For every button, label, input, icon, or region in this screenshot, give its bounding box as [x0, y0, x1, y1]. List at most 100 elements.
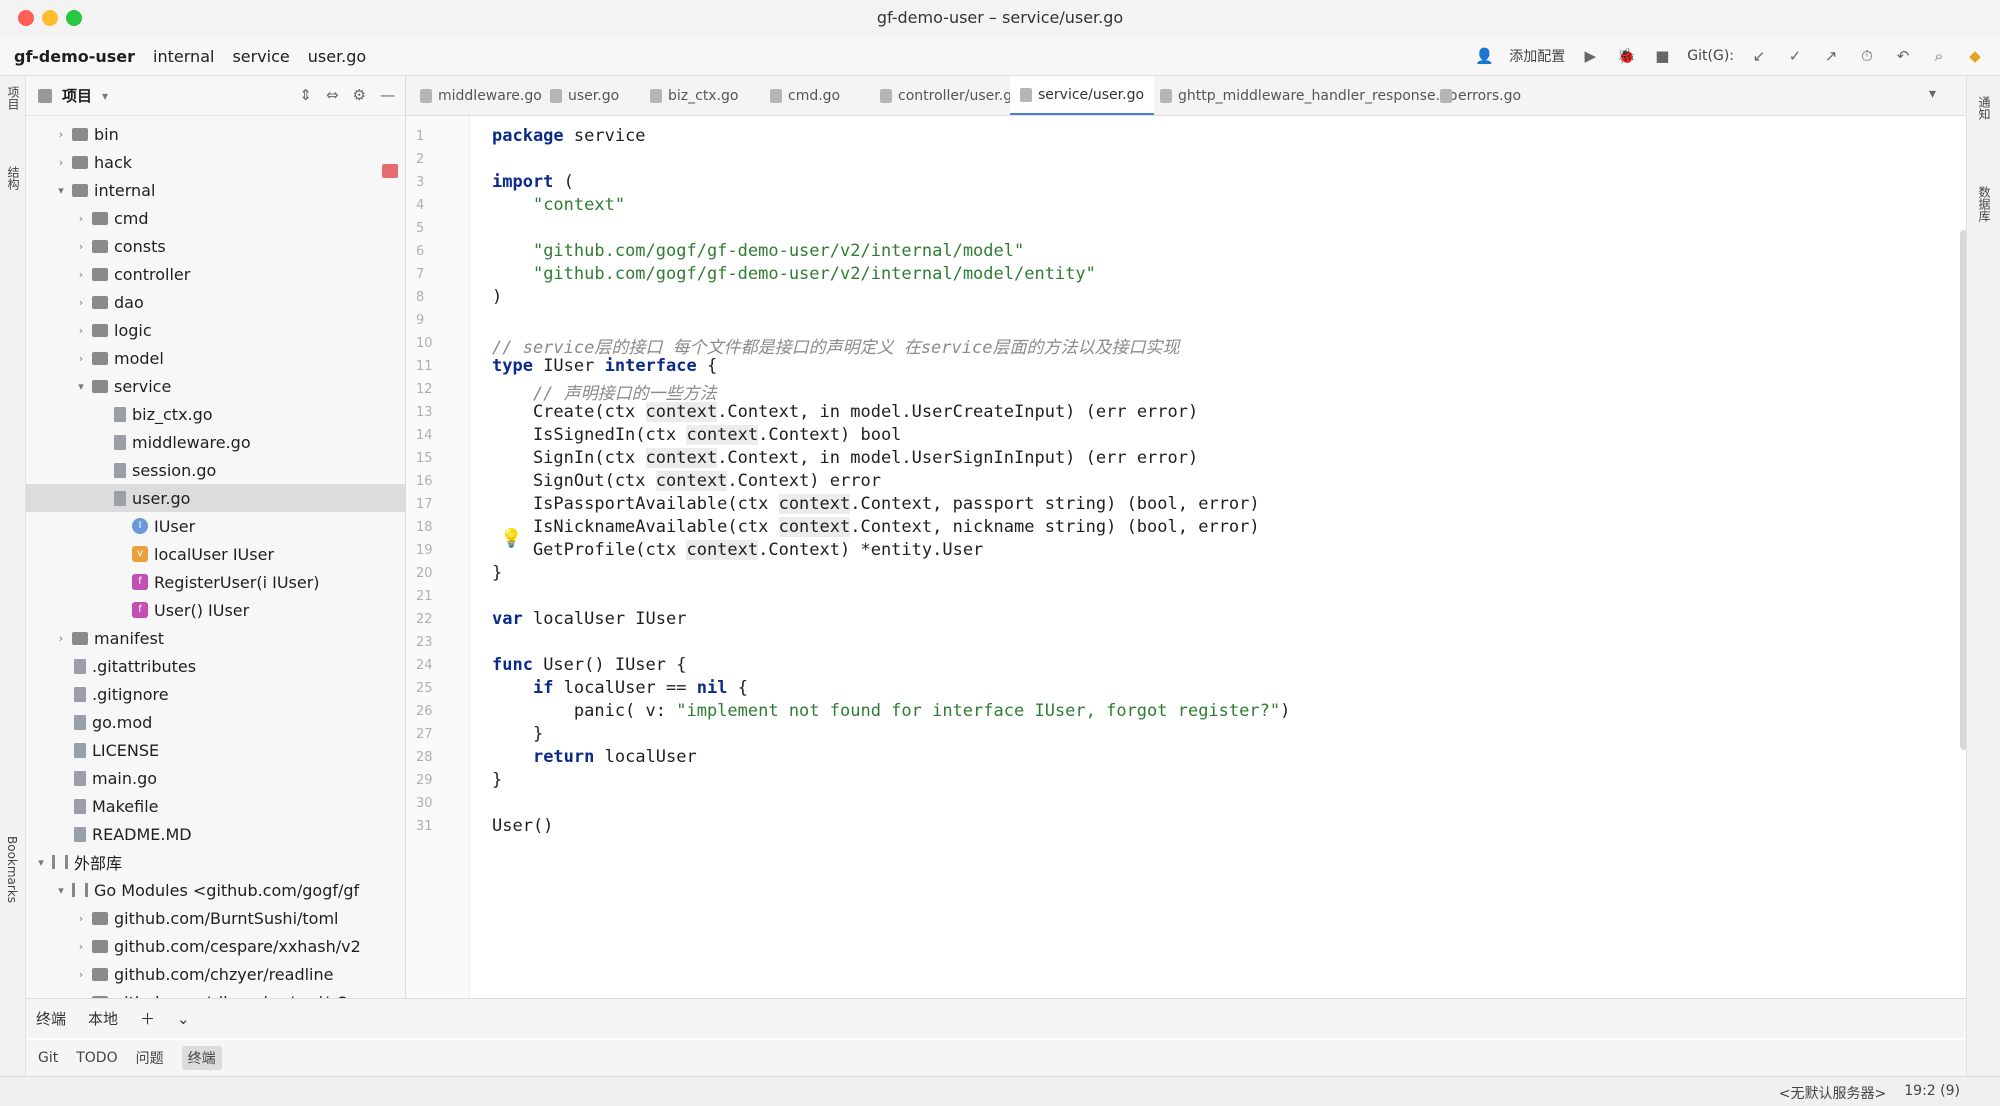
- tree-item[interactable]: Makefile: [26, 792, 405, 820]
- tree-item[interactable]: ›github.com/clbanning/mxj/v2: [26, 988, 405, 998]
- tree-item[interactable]: › controller: [26, 260, 405, 288]
- chevron-right-icon[interactable]: ›: [54, 632, 68, 645]
- editor-tab[interactable]: user.go: [540, 76, 629, 115]
- tree-item[interactable]: f User() IUser: [26, 596, 405, 624]
- expand-all-icon[interactable]: ⇕: [299, 86, 312, 104]
- code-line: func User() IUser {: [492, 655, 687, 675]
- tool-terminal[interactable]: 终端: [181, 1046, 222, 1070]
- status-cursor-position[interactable]: 19:2 (9): [1904, 1083, 1960, 1103]
- tree-item-label: RegisterUser(i IUser): [154, 572, 320, 592]
- breadcrumb-internal[interactable]: internal: [153, 47, 214, 66]
- run-icon[interactable]: ▶: [1579, 45, 1601, 67]
- editor-tab[interactable]: errors.go: [1430, 76, 1531, 115]
- tool-git[interactable]: Git: [38, 1050, 58, 1066]
- chevron-down-icon[interactable]: ▾: [34, 856, 48, 869]
- tree-item-label: internal: [94, 180, 156, 200]
- editor-tab[interactable]: controller/user.go: [870, 76, 1031, 115]
- tree-item[interactable]: LICENSE: [26, 736, 405, 764]
- chevron-right-icon[interactable]: ›: [74, 968, 88, 981]
- chevron-right-icon[interactable]: ›: [74, 912, 88, 925]
- breadcrumb-file[interactable]: user.go: [308, 47, 366, 66]
- user-icon[interactable]: 👤: [1473, 45, 1495, 67]
- tab-local[interactable]: 本地: [88, 1008, 118, 1029]
- tree-item[interactable]: › hack: [26, 148, 405, 176]
- tool-todo[interactable]: TODO: [76, 1050, 117, 1066]
- breadcrumb-service[interactable]: service: [232, 47, 289, 66]
- tree-item[interactable]: › bin: [26, 120, 405, 148]
- breadcrumb-project[interactable]: gf-demo-user: [14, 47, 135, 66]
- editor-tab[interactable]: service/user.go: [1010, 76, 1155, 115]
- tree-item[interactable]: › consts: [26, 232, 405, 260]
- tree-item[interactable]: README.MD: [26, 820, 405, 848]
- tree-item[interactable]: session.go: [26, 456, 405, 484]
- tree-item[interactable]: ▾ service: [26, 372, 405, 400]
- tree-item[interactable]: › cmd: [26, 204, 405, 232]
- intention-bulb-icon[interactable]: 💡: [500, 528, 522, 549]
- tree-item[interactable]: › dao: [26, 288, 405, 316]
- editor-tab[interactable]: biz_ctx.go: [640, 76, 749, 115]
- bookmarks-tool-tab[interactable]: Bookmarks: [5, 836, 19, 903]
- git-update-icon[interactable]: ↙: [1748, 45, 1770, 67]
- chevron-right-icon[interactable]: ›: [74, 268, 88, 281]
- tree-item[interactable]: › model: [26, 344, 405, 372]
- stop-icon[interactable]: ■: [1651, 45, 1673, 67]
- gear-icon[interactable]: ⚙: [353, 86, 366, 104]
- chevron-down-icon[interactable]: ▾: [54, 184, 68, 197]
- tree-item[interactable]: middleware.go: [26, 428, 405, 456]
- hide-icon[interactable]: —: [380, 86, 395, 104]
- tree-item[interactable]: › github.com/chzyer/readline: [26, 960, 405, 988]
- chevron-down-icon[interactable]: ⌄: [177, 1010, 190, 1028]
- code-editor[interactable]: package service import ( "context" "githu…: [470, 116, 1960, 998]
- search-icon[interactable]: ⌕: [1928, 45, 1950, 67]
- tree-item[interactable]: I IUser: [26, 512, 405, 540]
- tree-item[interactable]: ▾ internal: [26, 176, 405, 204]
- chevron-right-icon[interactable]: ›: [74, 296, 88, 309]
- plugin-icon[interactable]: ◆: [1964, 45, 1986, 67]
- git-commit-icon[interactable]: ✓: [1784, 45, 1806, 67]
- chevron-down-icon[interactable]: ▾: [1929, 86, 1936, 102]
- rollback-icon[interactable]: ↶: [1892, 45, 1914, 67]
- structure-tool-tab[interactable]: 结构: [5, 166, 22, 190]
- tree-item[interactable]: biz_ctx.go: [26, 400, 405, 428]
- chevron-down-icon[interactable]: ▾: [54, 884, 68, 897]
- tree-item[interactable]: v localUser IUser: [26, 540, 405, 568]
- editor-tab[interactable]: cmd.go: [760, 76, 850, 115]
- tree-item[interactable]: ▾ 外部库: [26, 848, 405, 876]
- add-configuration-button[interactable]: 添加配置: [1509, 46, 1565, 66]
- debug-icon[interactable]: 🐞: [1615, 45, 1637, 67]
- editor-tab[interactable]: middleware.go: [410, 76, 552, 115]
- tree-item[interactable]: › github.com/BurntSushi/toml: [26, 904, 405, 932]
- tree-item[interactable]: .gitattributes: [26, 652, 405, 680]
- editor-tab[interactable]: ghttp_middleware_handler_response.go: [1150, 76, 1467, 115]
- chevron-down-icon[interactable]: ▾: [102, 89, 108, 103]
- chevron-right-icon[interactable]: ›: [74, 212, 88, 225]
- status-server[interactable]: <无默认服务器>: [1779, 1083, 1886, 1103]
- database-tool-tab[interactable]: 数据库: [1976, 186, 1993, 222]
- history-icon[interactable]: ⏱: [1856, 45, 1878, 67]
- collapse-all-icon[interactable]: ⇔: [326, 86, 339, 104]
- tree-item[interactable]: › github.com/cespare/xxhash/v2: [26, 932, 405, 960]
- tree-item[interactable]: user.go: [26, 484, 405, 512]
- tree-item[interactable]: main.go: [26, 764, 405, 792]
- project-tool-tab[interactable]: 项目: [5, 86, 22, 110]
- tool-problems[interactable]: 问题: [136, 1048, 164, 1068]
- chevron-right-icon[interactable]: ›: [74, 352, 88, 365]
- tab-terminal[interactable]: 终端: [36, 1008, 66, 1029]
- chevron-right-icon[interactable]: ›: [74, 940, 88, 953]
- chevron-right-icon[interactable]: ›: [54, 128, 68, 141]
- project-panel-title[interactable]: 项目: [62, 85, 92, 106]
- tree-item[interactable]: › manifest: [26, 624, 405, 652]
- notifications-tool-tab[interactable]: 通知: [1976, 96, 1993, 120]
- git-push-icon[interactable]: ↗: [1820, 45, 1842, 67]
- chevron-right-icon[interactable]: ›: [74, 240, 88, 253]
- tree-item[interactable]: ▾ Go Modules <github.com/gogf/gf: [26, 876, 405, 904]
- tree-item[interactable]: .gitignore: [26, 680, 405, 708]
- chevron-down-icon[interactable]: ▾: [74, 380, 88, 393]
- chevron-right-icon[interactable]: ›: [74, 324, 88, 337]
- tree-item[interactable]: › logic: [26, 316, 405, 344]
- tree-item[interactable]: f RegisterUser(i IUser): [26, 568, 405, 596]
- add-tab-icon[interactable]: ＋: [140, 1008, 155, 1029]
- file-icon: [114, 462, 126, 478]
- chevron-right-icon[interactable]: ›: [54, 156, 68, 169]
- tree-item[interactable]: go.mod: [26, 708, 405, 736]
